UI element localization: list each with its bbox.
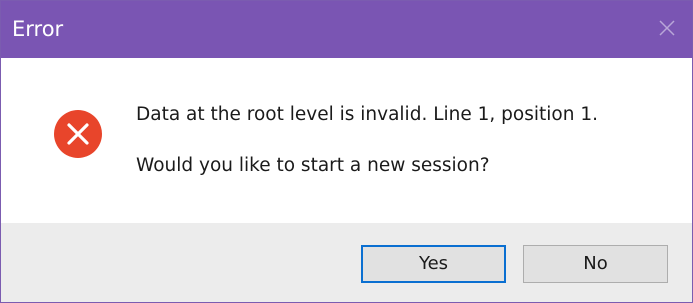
title-bar[interactable]: Error [1,1,692,58]
no-button[interactable]: No [523,245,668,283]
dialog-title: Error [12,17,64,41]
error-icon [52,108,104,160]
error-dialog: Error Data at the root level is invalid.… [0,0,693,303]
close-button[interactable] [652,13,682,43]
yes-button[interactable]: Yes [361,245,506,283]
error-message: Data at the root level is invalid. Line … [136,104,598,125]
close-icon [659,20,675,36]
button-bar: Yes No [1,223,692,302]
prompt-message: Would you like to start a new session? [136,155,490,176]
dialog-content: Data at the root level is invalid. Line … [1,58,692,223]
